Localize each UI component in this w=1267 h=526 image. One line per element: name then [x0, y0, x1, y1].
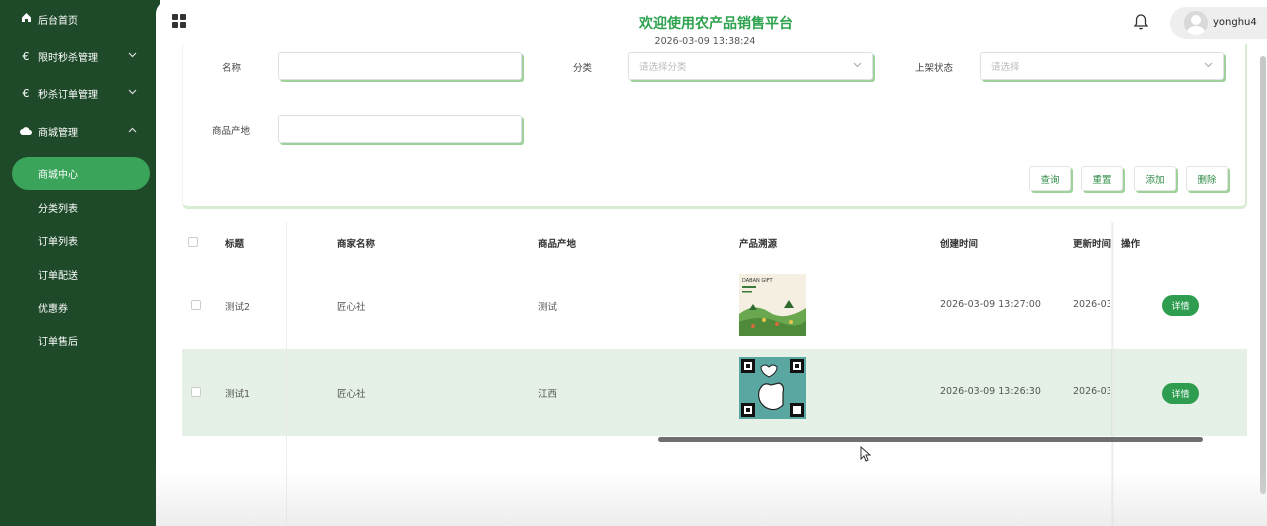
sidebar: 后台首页 € 限时秒杀管理 € 秒杀订单管理 商城管理 商城中心 分类列表 订单… [0, 0, 160, 526]
euro-icon: € [22, 86, 30, 100]
sidebar-item-label: 分类列表 [38, 203, 78, 215]
query-button[interactable]: 查询 [1029, 166, 1071, 191]
sidebar-item-coupons[interactable]: 优惠券 [0, 292, 160, 322]
vertical-scrollbar[interactable] [1260, 56, 1266, 494]
row-checkbox[interactable] [191, 387, 201, 397]
name-label: 名称 [222, 63, 242, 74]
sidebar-item-label: 商城中心 [38, 170, 78, 181]
mouse-cursor-icon [860, 445, 872, 462]
column-header-created: 创建时间 [940, 239, 979, 250]
column-header-action: 操作 [1121, 239, 1141, 250]
cell-origin: 测试 [538, 302, 558, 313]
column-header-title: 标题 [225, 239, 245, 250]
cell-created: 2026-03-09 13:27:00 [940, 299, 1041, 310]
detail-button[interactable]: 详情 [1162, 383, 1199, 404]
sidebar-item-label: 限时秒杀管理 [38, 52, 98, 64]
cell-merchant: 匠心社 [337, 389, 366, 400]
product-qr-image[interactable] [739, 357, 806, 419]
sidebar-item-mall[interactable]: 商城管理 [0, 116, 160, 146]
sidebar-item-label: 商城管理 [38, 127, 78, 139]
category-select[interactable]: 请选择分类 [628, 52, 873, 80]
horizontal-scrollbar[interactable] [658, 437, 1203, 442]
sidebar-item-label: 订单售后 [38, 336, 78, 348]
sidebar-item-order-delivery[interactable]: 订单配送 [0, 259, 160, 289]
cell-updated: 2026-03-0 [1073, 386, 1110, 397]
column-header-merchant: 商家名称 [337, 239, 376, 250]
delete-button[interactable]: 删除 [1186, 166, 1228, 191]
category-placeholder: 请选择分类 [639, 62, 687, 73]
euro-icon: € [22, 49, 30, 63]
bell-icon[interactable] [1133, 13, 1149, 31]
column-header-origin: 商品产地 [538, 239, 577, 250]
sidebar-item-label: 后台首页 [38, 15, 78, 27]
cell-merchant: 匠心社 [337, 302, 366, 313]
status-select[interactable]: 请选择 [980, 52, 1224, 80]
row-checkbox[interactable] [191, 300, 201, 310]
reset-button[interactable]: 重置 [1081, 166, 1123, 191]
bottom-fade [156, 470, 1267, 526]
cell-updated: 2026-03-0 [1073, 299, 1110, 310]
avatar [1184, 11, 1208, 35]
sidebar-item-flash-sale[interactable]: € 限时秒杀管理 [0, 41, 160, 71]
select-all-checkbox[interactable] [188, 237, 198, 247]
sidebar-item-category-list[interactable]: 分类列表 [0, 192, 160, 222]
sidebar-item-label: 订单列表 [38, 236, 78, 248]
cloud-icon [20, 125, 32, 138]
chevron-up-icon [128, 126, 137, 136]
chevron-down-icon [128, 51, 137, 61]
sidebar-item-home[interactable]: 后台首页 [0, 4, 160, 34]
category-label: 分类 [573, 63, 593, 74]
origin-label: 商品产地 [212, 126, 251, 137]
cell-title: 测试2 [225, 302, 251, 313]
sidebar-item-after-sales[interactable]: 订单售后 [0, 325, 160, 355]
chevron-down-icon [128, 88, 137, 98]
menu-grid-icon[interactable] [172, 14, 186, 28]
sidebar-item-label: 订单配送 [38, 270, 78, 282]
sidebar-item-flash-orders[interactable]: € 秒杀订单管理 [0, 78, 160, 108]
user-menu[interactable]: yonghu4 [1170, 7, 1267, 39]
chevron-down-icon [853, 61, 862, 71]
product-trace-image[interactable]: DABAN GIFT [739, 274, 806, 336]
column-header-updated: 更新时间 [1073, 239, 1112, 250]
image-caption: DABAN GIFT [742, 278, 774, 284]
sidebar-item-label: 秒杀订单管理 [38, 89, 98, 101]
add-button[interactable]: 添加 [1134, 166, 1176, 191]
status-placeholder: 请选择 [991, 62, 1020, 73]
sidebar-item-label: 优惠券 [38, 303, 68, 315]
home-icon [20, 12, 32, 26]
chevron-down-icon [1204, 61, 1213, 71]
column-header-trace: 产品溯源 [739, 239, 778, 250]
detail-button[interactable]: 详情 [1162, 295, 1199, 316]
cell-title: 测试1 [225, 389, 251, 400]
origin-input[interactable] [278, 115, 522, 143]
status-label: 上架状态 [915, 63, 954, 74]
cell-created: 2026-03-09 13:26:30 [940, 386, 1041, 397]
page-title: 欢迎使用农产品销售平台 [639, 16, 793, 32]
username: yonghu4 [1213, 17, 1257, 28]
name-input[interactable] [278, 52, 522, 80]
sidebar-item-mall-center[interactable]: 商城中心 [12, 157, 150, 190]
cell-origin: 江西 [538, 389, 558, 400]
sidebar-item-order-list[interactable]: 订单列表 [0, 225, 160, 255]
